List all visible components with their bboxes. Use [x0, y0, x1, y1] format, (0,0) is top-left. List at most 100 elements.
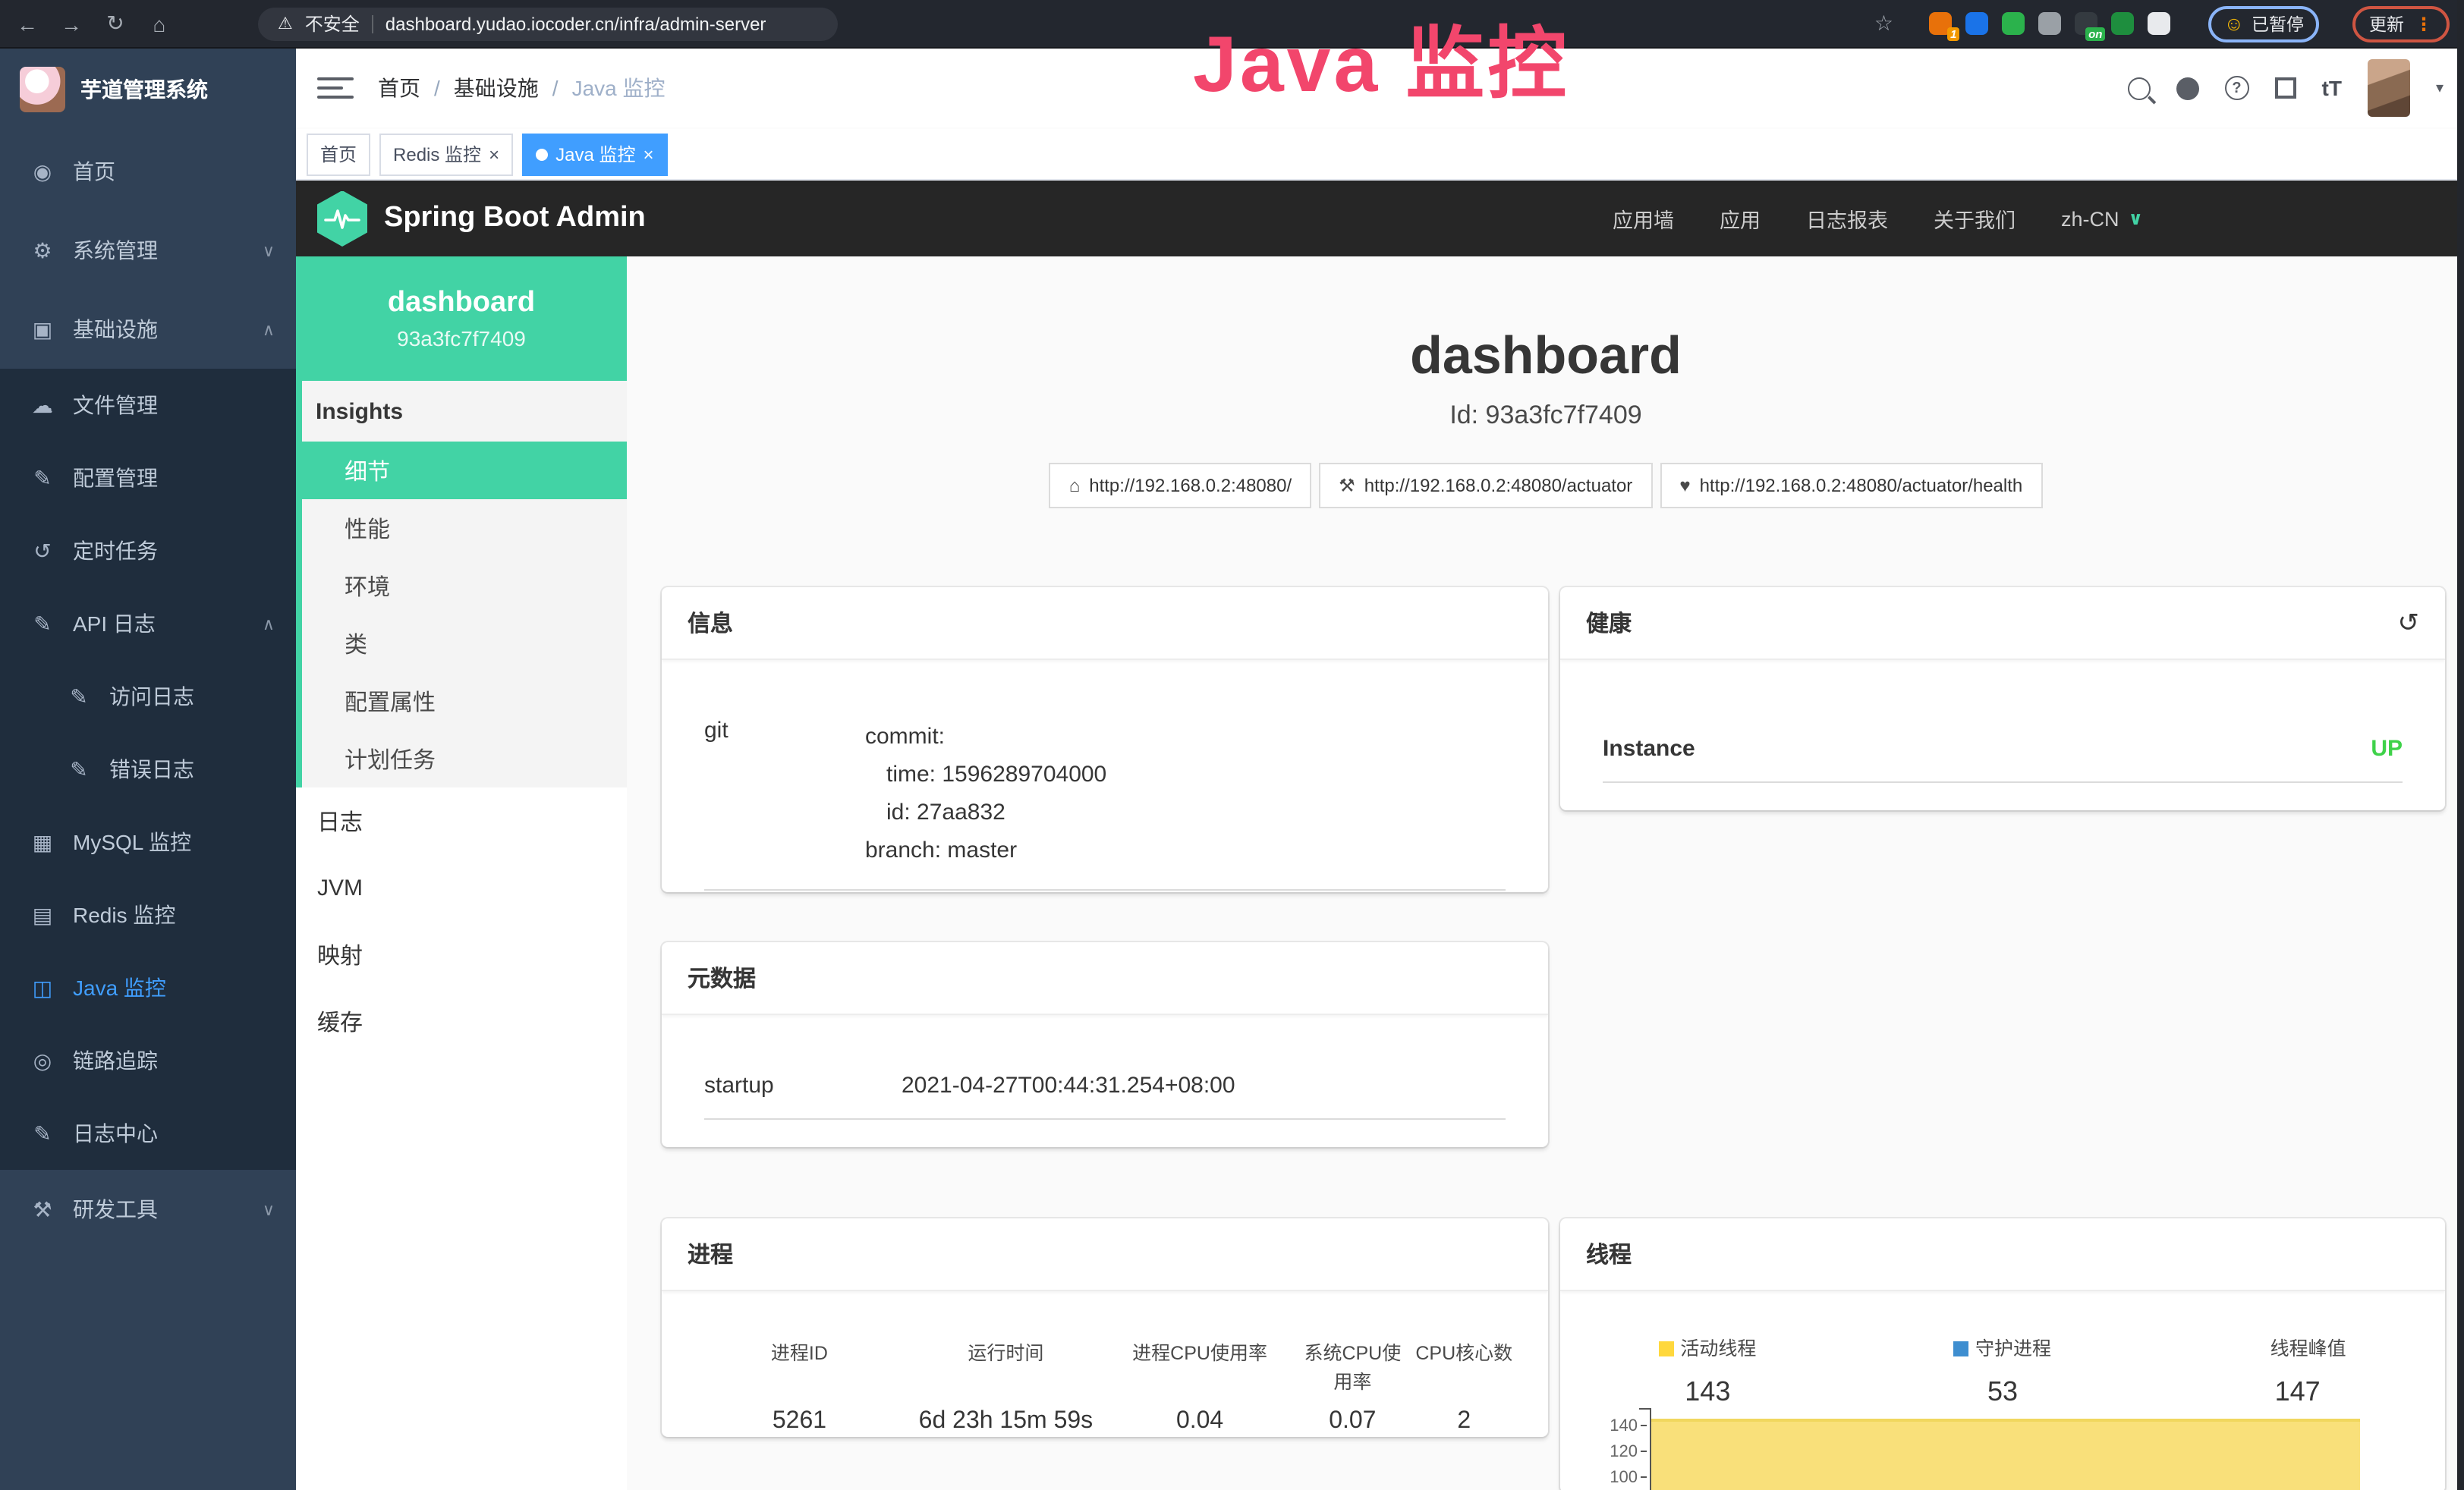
menu-item-icon: ✎	[30, 465, 55, 491]
extension-badge: 1	[1947, 27, 1959, 41]
bookmark-star-icon[interactable]: ☆	[1871, 11, 1896, 36]
profile-paused-badge[interactable]: ☺ 已暂停	[2208, 5, 2319, 42]
extension-icon[interactable]: 1	[1929, 12, 1952, 35]
menu-item-icon: ☁	[30, 392, 55, 418]
health-history-icon[interactable]: ↺	[2398, 608, 2420, 638]
card-title: 元数据	[688, 962, 756, 994]
breadcrumb-item[interactable]: Java 监控	[572, 73, 666, 103]
breadcrumb-item[interactable]: 基础设施	[454, 73, 539, 103]
extension-icon[interactable]	[2111, 12, 2134, 35]
instance-name: dashboard	[388, 287, 535, 320]
row-divider	[704, 889, 1506, 891]
sidebar-menu-item[interactable]: ✎ API 日志 ∧	[0, 587, 296, 660]
sba-sidebar-item[interactable]: 映射	[296, 921, 627, 988]
extensions-row: 1 on	[1915, 12, 2170, 35]
sidebar-menu-item[interactable]: ✎ 日志中心	[0, 1097, 296, 1170]
chevron-icon: ∨	[263, 1199, 275, 1219]
search-icon[interactable]	[2128, 77, 2151, 99]
not-secure-icon[interactable]: ⚠	[278, 14, 293, 33]
sidebar-menu-item[interactable]: ▦ MySQL 监控	[0, 806, 296, 879]
sidebar-menu-item[interactable]: ◎ 链路追踪	[0, 1024, 296, 1097]
page-url[interactable]: dashboard.yudao.iocoder.cn/infra/admin-s…	[385, 13, 766, 34]
sidebar-toggle-icon[interactable]	[308, 47, 363, 129]
view-tab[interactable]: 首页	[307, 133, 370, 175]
github-icon[interactable]	[2176, 77, 2199, 99]
sba-sidebar-item[interactable]: 性能	[302, 499, 627, 557]
fullscreen-icon[interactable]	[2275, 77, 2296, 99]
sidebar-menu-item[interactable]: ⚒ 研发工具 ∨	[0, 1170, 296, 1249]
user-avatar[interactable]	[2368, 59, 2410, 117]
instance-url-button[interactable]: ♥ http://192.168.0.2:48080/actuator/heal…	[1660, 463, 2042, 508]
chart-plot-area	[1650, 1408, 2396, 1490]
sba-sidebar-item[interactable]: 环境	[302, 557, 627, 615]
sidebar-menu-item[interactable]: ✎ 配置管理	[0, 442, 296, 514]
sba-nav-link[interactable]: 应用墙	[1613, 203, 1674, 234]
chrome-update-button[interactable]: 更新 ⋮	[2352, 5, 2450, 42]
sba-sidebar-item[interactable]: 计划任务	[302, 730, 627, 787]
legend-item: 活动线程 143	[1560, 1332, 1855, 1408]
address-bar[interactable]: ⚠ 不安全 dashboard.yudao.iocoder.cn/infra/a…	[258, 7, 838, 40]
sba-brand[interactable]: Spring Boot Admin	[384, 202, 646, 235]
extension-icon[interactable]	[2038, 12, 2061, 35]
chevron-icon: ∧	[263, 319, 275, 339]
tab-close-icon[interactable]: ×	[643, 145, 653, 163]
info-row-value: commit: time: 1596289704000 id: 27aa832 …	[865, 718, 1506, 869]
browser-menu-icon[interactable]: ⋮	[2415, 13, 2433, 34]
tab-close-icon[interactable]: ×	[489, 145, 499, 163]
sba-sidebar-item[interactable]: 缓存	[296, 988, 627, 1055]
y-tick-label: 120	[1610, 1438, 1647, 1464]
menu-item-label: 文件管理	[73, 390, 256, 420]
sidebar-menu-item[interactable]: ▣ 基础设施 ∧	[0, 290, 296, 369]
sidebar-menu-item[interactable]: ◫ Java 监控	[0, 951, 296, 1024]
sba-logo-icon[interactable]	[317, 190, 367, 247]
sidebar-menu-item[interactable]: ☁ 文件管理	[0, 369, 296, 442]
sba-instance-header[interactable]: dashboard 93a3fc7f7409	[296, 256, 627, 381]
app-logo-row[interactable]: 芋道管理系统	[0, 47, 296, 132]
sidebar-menu-item[interactable]: ◉ 首页	[0, 132, 296, 211]
health-instance-row[interactable]: Instance UP	[1603, 660, 2403, 762]
sidebar-menu-item[interactable]: ▤ Redis 监控	[0, 879, 296, 951]
screen: ← → ↻ ⌂ ⚠ 不安全 dashboard.yudao.iocoder.cn…	[0, 0, 2464, 1490]
avatar-caret-icon[interactable]: ▾	[2436, 80, 2444, 96]
browser-back-icon[interactable]: ←	[15, 11, 39, 36]
extension-icon[interactable]	[2002, 12, 2025, 35]
sba-sidebar-item[interactable]: JVM	[296, 854, 627, 921]
extension-icon[interactable]	[1965, 12, 1988, 35]
sba-locale-select[interactable]: zh-CN ∨	[2061, 207, 2143, 230]
browser-forward-icon[interactable]: →	[59, 11, 83, 36]
sidebar-menu-item[interactable]: ⚙ 系统管理 ∨	[0, 211, 296, 290]
help-icon[interactable]: ?	[2225, 76, 2249, 100]
view-tab[interactable]: Java 监控 ×	[522, 133, 667, 175]
not-secure-label[interactable]: 不安全	[305, 11, 360, 36]
sidebar-menu-item[interactable]: ↺ 定时任务	[0, 514, 296, 587]
extension-badge: on	[2085, 27, 2105, 41]
browser-reload-icon[interactable]: ↻	[103, 11, 127, 36]
browser-home-icon[interactable]: ⌂	[147, 11, 172, 36]
extension-icon[interactable]	[2148, 12, 2170, 35]
info-card: 信息 git commit: time: 1596289704000 id: 2…	[662, 587, 1548, 892]
app-shell: 芋道管理系统 ◉ 首页 ⚙ 系统管理 ∨	[0, 47, 2464, 1490]
instance-url-button[interactable]: ⚒ http://192.168.0.2:48080/actuator	[1319, 463, 1652, 508]
sba-sidebar-item[interactable]: 日志	[296, 787, 627, 854]
menu-item-label: 研发工具	[73, 1194, 244, 1224]
tab-label: Java 监控	[555, 141, 635, 167]
health-card: 健康 ↺ Instance UP	[1560, 587, 2445, 810]
view-tab[interactable]: Redis 监控 ×	[379, 133, 513, 175]
profile-avatar-icon: ☺	[2223, 12, 2244, 35]
insights-section: Insights 细节 性能	[296, 381, 627, 787]
sba-nav-link[interactable]: 应用	[1720, 203, 1761, 234]
instance-url-button[interactable]: ⌂ http://192.168.0.2:48080/	[1049, 463, 1311, 508]
sba-nav-link[interactable]: 关于我们	[1934, 203, 2016, 234]
process-col-header: 进程CPU使用率	[1105, 1337, 1295, 1394]
sba-sidebar-item[interactable]: 类	[302, 615, 627, 672]
sidebar-menu-item[interactable]: ✎ 访问日志	[0, 660, 296, 733]
extension-icon[interactable]: on	[2075, 12, 2097, 35]
font-size-icon[interactable]: tT	[2322, 76, 2342, 100]
chevron-icon: ∧	[263, 614, 275, 633]
sba-sidebar-item[interactable]: 配置属性	[302, 672, 627, 730]
sba-nav-link[interactable]: 日志报表	[1806, 203, 1888, 234]
breadcrumb-item[interactable]: 首页	[378, 73, 420, 103]
menu-item-icon: ▦	[30, 829, 55, 855]
sidebar-menu-item[interactable]: ✎ 错误日志	[0, 733, 296, 806]
sba-sidebar-item[interactable]: 细节	[302, 442, 627, 499]
